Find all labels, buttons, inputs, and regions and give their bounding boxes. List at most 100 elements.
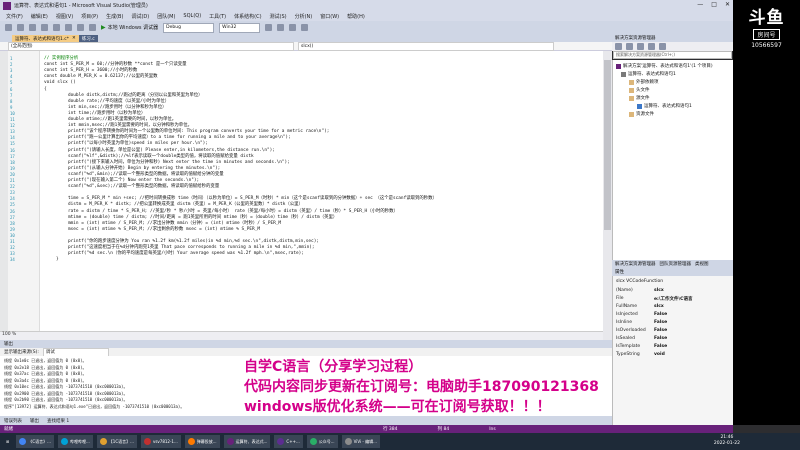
collapse-all-icon[interactable] (648, 43, 655, 50)
code-line[interactable]: { (44, 87, 47, 93)
tab-error-list[interactable]: 错误列表 (4, 418, 22, 424)
code-line[interactable]: printf("%d sec.\n（你的平均速度是每英里/小时）Your ave… (68, 251, 304, 257)
editor-scroll-thumb[interactable] (604, 60, 611, 230)
tab-team-explorer[interactable]: 团队资源管理器 (660, 261, 692, 267)
code-line[interactable]: scanf("%d",&sec);//读取一个整形类型的数据，将读取的值赋给秒的… (68, 184, 219, 190)
code-line[interactable]: int min,sec;//跑步用时（以分钟和秒为单位） (68, 105, 166, 111)
function-dropdown[interactable]: slcx() (298, 41, 554, 51)
config-dropdown[interactable]: Debug (163, 22, 215, 33)
platform-dropdown[interactable]: Win32 (219, 22, 261, 33)
property-row[interactable]: IsSealed False (616, 336, 667, 341)
refresh-icon[interactable] (637, 43, 644, 50)
menu-test[interactable]: 测试(S) (270, 13, 287, 20)
menu-project[interactable]: 项目(P) (81, 13, 98, 20)
open-icon[interactable] (41, 24, 48, 31)
code-line[interactable]: void slcx () (44, 80, 76, 86)
menu-sql[interactable]: SQL(Q) (183, 13, 201, 19)
properties-icon[interactable] (659, 43, 666, 50)
tree-header-files[interactable]: 头文件 (629, 87, 650, 93)
menu-view[interactable]: 视图(V) (56, 13, 73, 20)
taskbar-item[interactable]: 公众号... (306, 435, 338, 448)
uncomment-icon[interactable] (289, 24, 297, 31)
code-line[interactable]: printf("(从输入分钟开始) Begin by entering the … (68, 166, 220, 172)
menu-architecture[interactable]: 体系结构(C) (234, 13, 261, 20)
tree-solution[interactable]: 解决方案'运算符、表达式和语句1'(1 个项目) (616, 63, 713, 69)
undo-icon[interactable] (77, 24, 84, 31)
taskbar-item[interactable]: vsv7812-1... (140, 435, 181, 448)
home-icon[interactable] (615, 43, 622, 50)
code-line[interactable]: printf("(接下来输入时间，单位为分钟和秒) Next enter the… (68, 160, 290, 166)
code-line[interactable]: distm = M_PER_K * distk; //把公里转换成英里 dist… (68, 202, 303, 208)
property-row[interactable]: File e:\工作文件\C语言 (616, 296, 692, 302)
back-icon[interactable] (5, 24, 12, 31)
taskbar-item[interactable]: ViVi - 编辑... (341, 435, 380, 448)
property-row[interactable]: TypeString void (616, 352, 665, 357)
bookmark-icon[interactable] (301, 24, 309, 31)
code-line[interactable]: double rate;//平均速度（以英里/小时为单位） (68, 99, 169, 105)
property-row[interactable]: IsInjected False (616, 312, 667, 317)
code-line[interactable]: msec = (int) mtime % S_PER_M; //求出剩余的秒数 … (68, 227, 260, 233)
line-number: 11 (10, 117, 15, 122)
code-line[interactable]: printf("以每小时英里为单位)speed in miles per hou… (68, 141, 208, 147)
code-line[interactable]: printf("(请输入长度，单位是公里) Please enter,in ki… (68, 148, 275, 154)
scope-dropdown[interactable]: (全局范围) (8, 41, 294, 51)
tree-resource-files[interactable]: 资源文件 (629, 111, 654, 117)
code-line[interactable]: } (56, 257, 59, 263)
menu-file[interactable]: 文件(F) (6, 13, 23, 20)
maximize-button[interactable]: □ (711, 1, 717, 8)
start-debugging-button[interactable]: ▶ 本地 Windows 调试器 (101, 24, 158, 31)
tab-solution-explorer[interactable]: 解决方案资源管理器 (615, 261, 656, 267)
property-row[interactable]: FullName slcx (616, 304, 664, 309)
zoom-level[interactable]: 100 % (2, 332, 16, 339)
minimize-button[interactable]: — (697, 1, 703, 8)
properties-object[interactable]: slcx VCCodeFunction (616, 279, 663, 284)
property-row[interactable]: (Name) slcx (616, 288, 664, 293)
menu-edit[interactable]: 编辑(E) (31, 13, 48, 20)
comment-icon[interactable] (277, 24, 285, 31)
property-row[interactable]: IsTemplate False (616, 344, 667, 349)
tab-class-view[interactable]: 类视图 (695, 261, 709, 267)
system-clock[interactable]: 21:46 2022-01-22 (714, 435, 740, 447)
code-line[interactable]: mtime = (double) time / distm; //时间/距离 =… (68, 215, 337, 221)
tree-source-files[interactable]: 源文件 (629, 95, 650, 101)
property-row[interactable]: IsOverloaded False (616, 328, 667, 333)
menu-analyze[interactable]: 分析(N) (295, 13, 313, 20)
taskbar-item[interactable]: 【1C语言】... (96, 435, 137, 448)
solution-search-input[interactable]: 搜索解决方案资源管理器(Ctrl+;) (613, 51, 732, 59)
redo-icon[interactable] (89, 24, 96, 31)
menu-window[interactable]: 窗口(W) (320, 13, 339, 20)
save-icon[interactable] (53, 24, 60, 31)
tree-external-deps[interactable]: 外部依赖项 (629, 79, 659, 85)
close-tab-icon[interactable]: ✕ (72, 36, 76, 41)
taskbar-item[interactable]: 运算符、表达式... (223, 435, 271, 448)
sync-icon[interactable] (626, 43, 633, 50)
taskbar-item[interactable]: 弹幕投放... (184, 435, 220, 448)
new-project-icon[interactable] (29, 24, 36, 31)
menu-team[interactable]: 团队(M) (157, 13, 175, 20)
code-line[interactable]: rate = distm / time * S_PER_H; //英里/秒 * … (68, 209, 398, 215)
menu-build[interactable]: 生成(B) (106, 13, 123, 20)
find-icon[interactable] (265, 24, 273, 31)
save-all-icon[interactable] (65, 24, 72, 31)
editor-horizontal-scrollbar[interactable] (0, 331, 603, 340)
tree-source-file[interactable]: 运算符、表达式和语句1 (637, 103, 692, 109)
code-line[interactable]: scanf("%d",&min);//读取一个整形类型的数据，将读取的值赋给分钟… (68, 172, 224, 178)
code-line[interactable]: double distk,distm;//跑过的距离（分别以公里和英里为单位） (68, 93, 203, 99)
taskbar-item[interactable]: C++... (274, 435, 303, 448)
tab-find-results[interactable]: 查找结果 1 (47, 418, 69, 424)
code-line[interactable]: mmin = (int) mtime / S_PER_M; //求出分钟数 mm… (68, 221, 281, 227)
menu-debug[interactable]: 调试(D) (131, 13, 149, 20)
start-button[interactable]: ⊞ (3, 435, 13, 448)
code-line[interactable]: scanf("%lf",&distk);//%lf表示读取一个double类型的… (68, 154, 254, 160)
menu-help[interactable]: 帮助(H) (347, 13, 365, 20)
taskbar-item[interactable]: 哔哩哔哩... (57, 435, 93, 448)
tab-output[interactable]: 输出 (30, 418, 39, 424)
menu-tools[interactable]: 工具(T) (209, 13, 226, 20)
breakpoint-margin[interactable] (0, 51, 8, 340)
tree-project[interactable]: 运算符、表达式和语句1 (621, 71, 676, 77)
property-row[interactable]: IsInline False (616, 320, 667, 325)
taskbar-item[interactable]: 《C语言》... (16, 435, 54, 448)
code-line[interactable]: int time;//跑步用时（以秒为单位） (68, 111, 145, 117)
forward-icon[interactable] (17, 24, 24, 31)
close-button[interactable]: ✕ (725, 1, 730, 8)
